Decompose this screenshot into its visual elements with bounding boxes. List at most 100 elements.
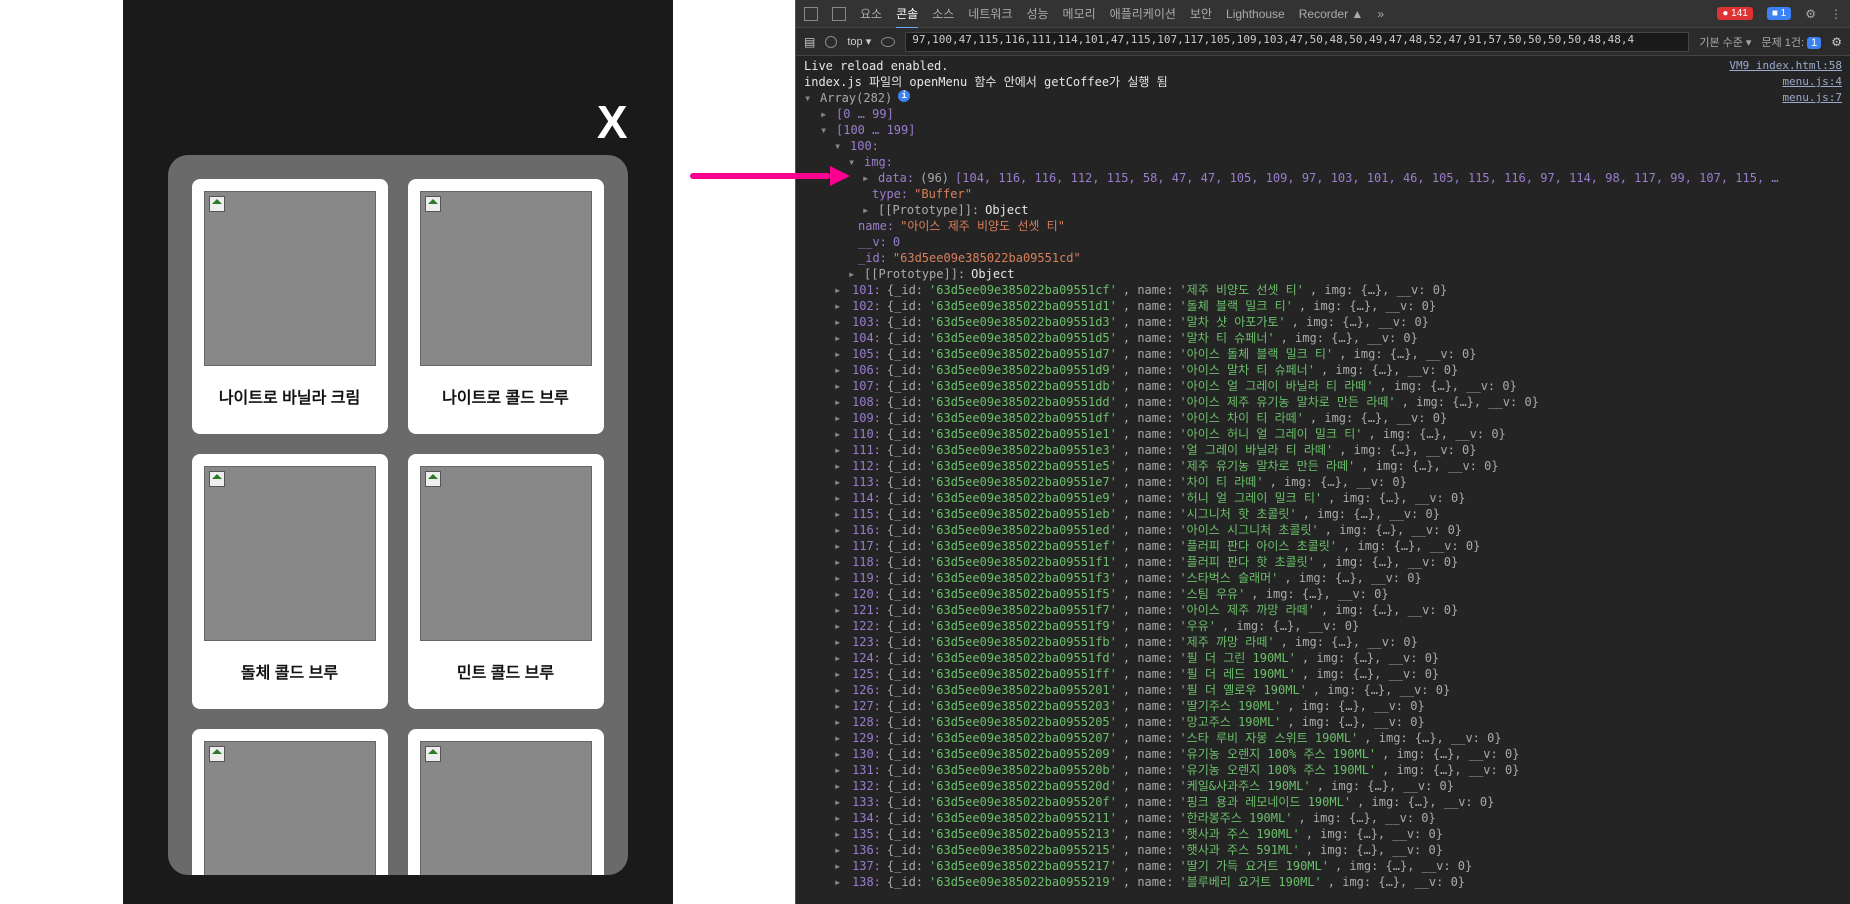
log-row[interactable]: ▸111: {_id: '63d5ee09e385022ba09551e3', … bbox=[796, 442, 1850, 458]
tab-application[interactable]: 애플리케이션 bbox=[1110, 5, 1176, 22]
device-toggle-icon[interactable] bbox=[832, 7, 846, 21]
log-row[interactable]: ▸108: {_id: '63d5ee09e385022ba09551dd', … bbox=[796, 394, 1850, 410]
log-row[interactable]: ▸131: {_id: '63d5ee09e385022ba095520b', … bbox=[796, 762, 1850, 778]
tab-more[interactable]: » bbox=[1377, 7, 1384, 21]
tab-sources[interactable]: 소스 bbox=[932, 5, 954, 22]
menu-grid: 나이트로 바닐라 크림 나이트로 콜드 브루 돌체 콜드 브루 민트 콜드 브루 bbox=[168, 155, 628, 875]
log-row[interactable]: ▸105: {_id: '63d5ee09e385022ba09551d7', … bbox=[796, 346, 1850, 362]
log-row[interactable]: ▸132: {_id: '63d5ee09e385022ba095520d', … bbox=[796, 778, 1850, 794]
caret-icon: ▸ bbox=[862, 202, 872, 218]
log-row[interactable]: ▾ img: bbox=[796, 154, 1850, 170]
caret-icon: ▾ bbox=[804, 90, 814, 106]
caret-icon: ▸ bbox=[834, 634, 844, 650]
log-row[interactable]: ▸134: {_id: '63d5ee09e385022ba0955211', … bbox=[796, 810, 1850, 826]
gear-icon[interactable]: ⚙ bbox=[1805, 7, 1816, 21]
log-row[interactable]: ▸104: {_id: '63d5ee09e385022ba09551d5', … bbox=[796, 330, 1850, 346]
error-badge[interactable]: ● 141 bbox=[1717, 7, 1753, 20]
log-row[interactable]: ▸107: {_id: '63d5ee09e385022ba09551db', … bbox=[796, 378, 1850, 394]
clear-console-icon[interactable] bbox=[825, 36, 837, 48]
log-row[interactable]: ▸128: {_id: '63d5ee09e385022ba0955205', … bbox=[796, 714, 1850, 730]
log-row[interactable]: ▸109: {_id: '63d5ee09e385022ba09551df', … bbox=[796, 410, 1850, 426]
tab-security[interactable]: 보안 bbox=[1190, 5, 1212, 22]
kebab-icon[interactable]: ⋮ bbox=[1830, 7, 1842, 21]
log-row[interactable]: ▾ [100 … 199] bbox=[796, 122, 1850, 138]
log-row[interactable]: ▸138: {_id: '63d5ee09e385022ba0955219', … bbox=[796, 874, 1850, 890]
log-row[interactable]: ▸106: {_id: '63d5ee09e385022ba09551d9', … bbox=[796, 362, 1850, 378]
log-row[interactable]: ▸119: {_id: '63d5ee09e385022ba09551f3', … bbox=[796, 570, 1850, 586]
menu-card[interactable] bbox=[192, 729, 388, 875]
log-row[interactable]: ▾ Array(282) i menu.js:7 bbox=[796, 90, 1850, 106]
log-row[interactable]: ▸126: {_id: '63d5ee09e385022ba0955201', … bbox=[796, 682, 1850, 698]
log-row[interactable]: ▸129: {_id: '63d5ee09e385022ba0955207', … bbox=[796, 730, 1850, 746]
log-row[interactable]: ▸116: {_id: '63d5ee09e385022ba09551ed', … bbox=[796, 522, 1850, 538]
caret-icon: ▸ bbox=[834, 682, 844, 698]
menu-label: 돌체 콜드 브루 bbox=[241, 659, 338, 683]
live-expression-icon[interactable] bbox=[881, 37, 895, 47]
caret-icon: ▸ bbox=[834, 874, 844, 890]
caret-icon: ▸ bbox=[834, 378, 844, 394]
caret-icon: ▸ bbox=[834, 458, 844, 474]
log-row[interactable]: ▾ 100: bbox=[796, 138, 1850, 154]
log-row[interactable]: ▸101: {_id: '63d5ee09e385022ba09551cf', … bbox=[796, 282, 1850, 298]
caret-icon: ▸ bbox=[834, 826, 844, 842]
caret-icon: ▸ bbox=[834, 330, 844, 346]
log-row[interactable]: ▸124: {_id: '63d5ee09e385022ba09551fd', … bbox=[796, 650, 1850, 666]
log-row[interactable]: ▸110: {_id: '63d5ee09e385022ba09551e1', … bbox=[796, 426, 1850, 442]
log-row[interactable]: ▸137: {_id: '63d5ee09e385022ba0955217', … bbox=[796, 858, 1850, 874]
caret-icon: ▸ bbox=[834, 522, 844, 538]
log-row[interactable]: ▸133: {_id: '63d5ee09e385022ba095520f', … bbox=[796, 794, 1850, 810]
source-link[interactable]: menu.js:7 bbox=[1782, 90, 1842, 106]
tab-network[interactable]: 네트워크 bbox=[968, 5, 1012, 22]
filter-input[interactable]: 97,100,47,115,116,111,114,101,47,115,107… bbox=[905, 32, 1689, 52]
source-link[interactable]: menu.js:4 bbox=[1782, 74, 1842, 90]
menu-card[interactable]: 나이트로 바닐라 크림 bbox=[192, 179, 388, 434]
issues-counter[interactable]: 문제 1건: 1 bbox=[1761, 34, 1821, 50]
console-output[interactable]: Live reload enabled. VM9 index.html:58 i… bbox=[796, 56, 1850, 904]
log-row[interactable]: ▸117: {_id: '63d5ee09e385022ba09551ef', … bbox=[796, 538, 1850, 554]
caret-icon: ▸ bbox=[834, 602, 844, 618]
tab-console[interactable]: 콘솔 bbox=[896, 5, 918, 29]
tab-memory[interactable]: 메모리 bbox=[1063, 5, 1096, 22]
log-row[interactable]: ▸130: {_id: '63d5ee09e385022ba0955209', … bbox=[796, 746, 1850, 762]
tab-lighthouse[interactable]: Lighthouse bbox=[1226, 7, 1285, 21]
tab-elements[interactable]: 요소 bbox=[860, 5, 882, 22]
log-row[interactable]: ▸135: {_id: '63d5ee09e385022ba0955213', … bbox=[796, 826, 1850, 842]
log-row[interactable]: ▸121: {_id: '63d5ee09e385022ba09551f7', … bbox=[796, 602, 1850, 618]
context-selector[interactable]: top ▾ bbox=[847, 35, 871, 48]
tab-recorder[interactable]: Recorder ▲ bbox=[1299, 7, 1364, 21]
log-row[interactable]: ▸ [0 … 99] bbox=[796, 106, 1850, 122]
sidebar-toggle-icon[interactable]: ▤ bbox=[804, 35, 815, 49]
log-row[interactable]: ▸103: {_id: '63d5ee09e385022ba09551d3', … bbox=[796, 314, 1850, 330]
inspect-icon[interactable] bbox=[804, 7, 818, 21]
log-row[interactable]: ▸123: {_id: '63d5ee09e385022ba09551fb', … bbox=[796, 634, 1850, 650]
menu-card[interactable]: 돌체 콜드 브루 bbox=[192, 454, 388, 709]
info-badge[interactable]: ■ 1 bbox=[1767, 7, 1791, 20]
info-icon[interactable]: i bbox=[898, 90, 910, 102]
log-row[interactable]: ▸127: {_id: '63d5ee09e385022ba0955203', … bbox=[796, 698, 1850, 714]
log-row[interactable]: ▸ [[Prototype]]: Object bbox=[796, 266, 1850, 282]
gear-icon[interactable]: ⚙ bbox=[1831, 35, 1842, 49]
menu-card[interactable]: 나이트로 콜드 브루 bbox=[408, 179, 604, 434]
source-link[interactable]: VM9 index.html:58 bbox=[1729, 58, 1842, 74]
close-button[interactable]: X bbox=[597, 95, 628, 149]
log-row[interactable]: ▸136: {_id: '63d5ee09e385022ba0955215', … bbox=[796, 842, 1850, 858]
caret-icon: ▾ bbox=[834, 138, 844, 154]
caret-icon: ▸ bbox=[834, 570, 844, 586]
log-row[interactable]: ▸ data: (96) [104, 116, 116, 112, 115, 5… bbox=[796, 170, 1850, 186]
menu-card[interactable]: 민트 콜드 브루 bbox=[408, 454, 604, 709]
menu-card[interactable] bbox=[408, 729, 604, 875]
tab-performance[interactable]: 성능 bbox=[1026, 5, 1048, 22]
log-row[interactable]: ▸125: {_id: '63d5ee09e385022ba09551ff', … bbox=[796, 666, 1850, 682]
broken-image-icon bbox=[425, 471, 441, 487]
log-row[interactable]: ▸112: {_id: '63d5ee09e385022ba09551e5', … bbox=[796, 458, 1850, 474]
log-row[interactable]: ▸114: {_id: '63d5ee09e385022ba09551e9', … bbox=[796, 490, 1850, 506]
log-row[interactable]: ▸120: {_id: '63d5ee09e385022ba09551f5', … bbox=[796, 586, 1850, 602]
log-row[interactable]: ▸115: {_id: '63d5ee09e385022ba09551eb', … bbox=[796, 506, 1850, 522]
log-row[interactable]: ▸102: {_id: '63d5ee09e385022ba09551d1', … bbox=[796, 298, 1850, 314]
log-row[interactable]: ▸ [[Prototype]]: Object bbox=[796, 202, 1850, 218]
log-level-selector[interactable]: 기본 수준 ▾ bbox=[1699, 34, 1751, 50]
log-row[interactable]: ▸122: {_id: '63d5ee09e385022ba09551f9', … bbox=[796, 618, 1850, 634]
log-row: name: "아이스 제주 비양도 선셋 티" bbox=[796, 218, 1850, 234]
log-row[interactable]: ▸118: {_id: '63d5ee09e385022ba09551f1', … bbox=[796, 554, 1850, 570]
log-row[interactable]: ▸113: {_id: '63d5ee09e385022ba09551e7', … bbox=[796, 474, 1850, 490]
